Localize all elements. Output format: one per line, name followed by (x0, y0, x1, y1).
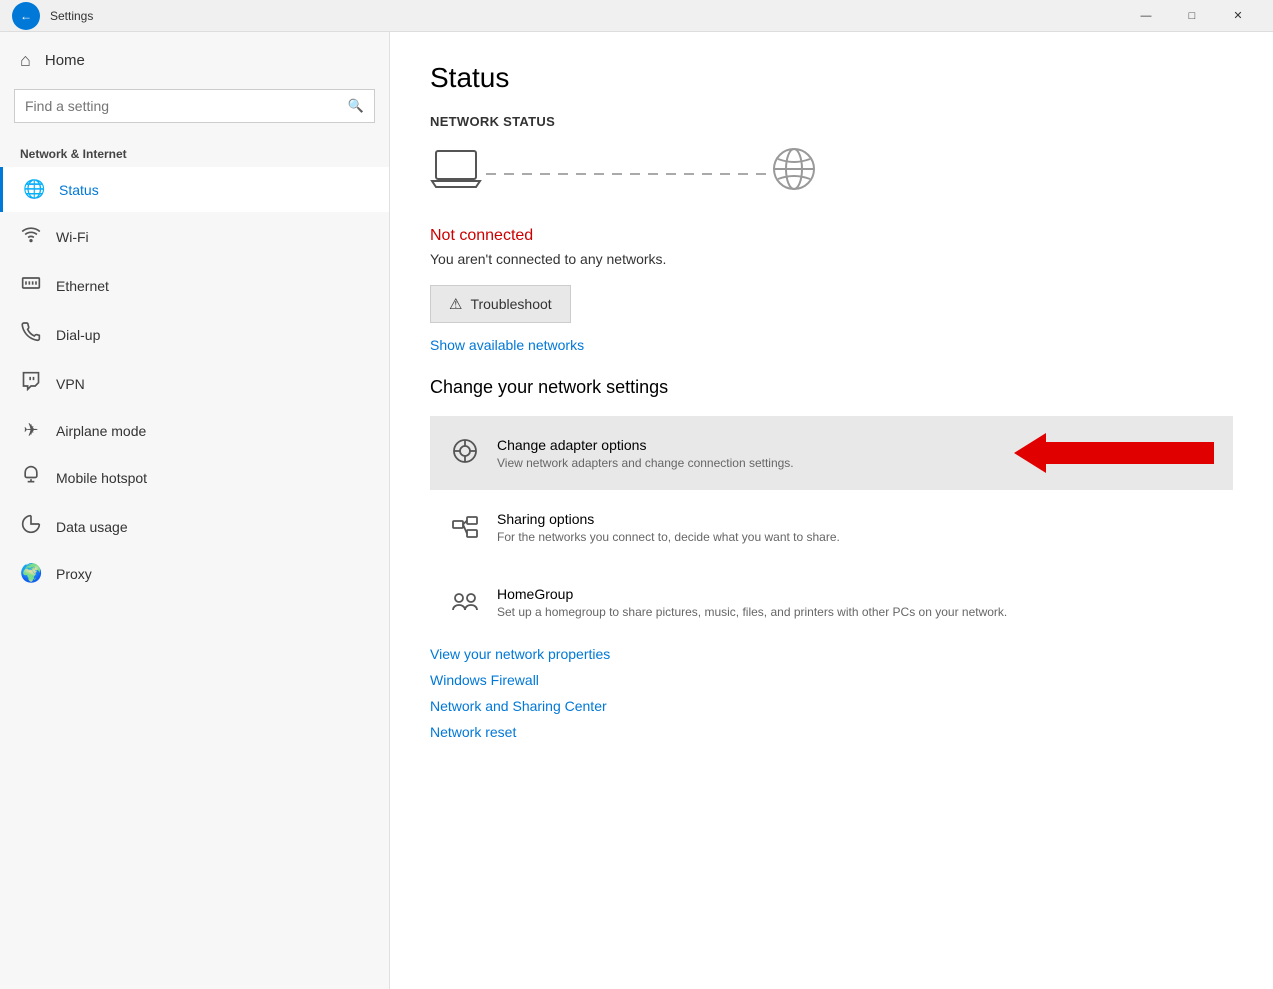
sidebar-item-airplane[interactable]: ✈ Airplane mode (0, 408, 389, 453)
adapter-card-text: Change adapter options View network adap… (497, 437, 998, 470)
sidebar: ⌂ Home 🔍 Network & Internet 🌐 Status (0, 32, 390, 989)
sidebar-item-status[interactable]: 🌐 Status (0, 167, 389, 212)
sidebar-item-vpn[interactable]: VPN (0, 359, 389, 408)
sidebar-item-wifi[interactable]: Wi-Fi (0, 212, 389, 261)
arrow-body (1046, 442, 1214, 464)
vpn-icon (20, 371, 42, 396)
sidebar-item-label-vpn: VPN (56, 376, 85, 392)
bottom-links: View your network properties Windows Fir… (430, 646, 1233, 740)
view-network-properties-link[interactable]: View your network properties (430, 646, 1233, 662)
window-controls: — □ ✕ (1123, 0, 1261, 32)
homegroup-card-title: HomeGroup (497, 586, 1214, 602)
sidebar-item-proxy[interactable]: 🌍 Proxy (0, 551, 389, 596)
ethernet-icon (20, 273, 42, 298)
minimize-button[interactable]: — (1123, 0, 1169, 32)
status-description: You aren't connected to any networks. (430, 251, 1233, 267)
arrow-head (1014, 433, 1046, 473)
search-box: 🔍 (14, 89, 375, 123)
wifi-icon (20, 224, 42, 249)
proxy-icon: 🌍 (20, 563, 42, 584)
close-button[interactable]: ✕ (1215, 0, 1261, 32)
sharing-options-card[interactable]: Sharing options For the networks you con… (430, 494, 1233, 565)
sidebar-item-label-proxy: Proxy (56, 566, 92, 582)
sharing-card-desc: For the networks you connect to, decide … (497, 530, 1214, 544)
datausage-icon (20, 514, 42, 539)
adapter-card-title: Change adapter options (497, 437, 998, 453)
homegroup-card-desc: Set up a homegroup to share pictures, mu… (497, 605, 1214, 619)
titlebar: ← Settings — □ ✕ (0, 0, 1273, 32)
maximize-button[interactable]: □ (1169, 0, 1215, 32)
home-label: Home (45, 52, 85, 69)
network-diagram (430, 145, 1233, 203)
sidebar-item-label-status: Status (59, 182, 99, 198)
show-networks-link[interactable]: Show available networks (430, 337, 1233, 353)
homegroup-card[interactable]: HomeGroup Set up a homegroup to share pi… (430, 569, 1233, 640)
content-area: Status Network status Not (390, 32, 1273, 989)
sidebar-home-button[interactable]: ⌂ Home (0, 32, 389, 89)
search-icon[interactable]: 🔍 (338, 90, 374, 122)
page-title: Status (430, 62, 1233, 94)
sidebar-section-label: Network & Internet (0, 139, 389, 167)
sharing-card-text: Sharing options For the networks you con… (497, 511, 1214, 544)
network-reset-link[interactable]: Network reset (430, 724, 1233, 740)
sidebar-item-label-datausage: Data usage (56, 519, 128, 535)
sidebar-item-label-airplane: Airplane mode (56, 423, 146, 439)
status-icon: 🌐 (23, 179, 45, 200)
sidebar-item-hotspot[interactable]: Mobile hotspot (0, 453, 389, 502)
dialup-icon (20, 322, 42, 347)
connection-line (486, 173, 766, 175)
sidebar-item-label-wifi: Wi-Fi (56, 229, 89, 245)
not-connected-status: Not connected (430, 227, 1233, 245)
change-settings-title: Change your network settings (430, 377, 1233, 398)
app-body: ⌂ Home 🔍 Network & Internet 🌐 Status (0, 32, 1273, 989)
network-status-label: Network status (430, 114, 1233, 129)
search-input[interactable] (15, 90, 338, 122)
sharing-icon (449, 513, 481, 548)
change-adapter-card[interactable]: Change adapter options View network adap… (430, 416, 1233, 490)
arrow-shape (1014, 433, 1214, 473)
home-icon: ⌂ (20, 50, 31, 71)
troubleshoot-button[interactable]: ⚠ Troubleshoot (430, 285, 571, 323)
back-button[interactable]: ← (12, 2, 40, 30)
hotspot-icon (20, 465, 42, 490)
adapter-icon (449, 437, 481, 472)
network-sharing-center-link[interactable]: Network and Sharing Center (430, 698, 1233, 714)
homegroup-card-text: HomeGroup Set up a homegroup to share pi… (497, 586, 1214, 619)
globe-icon (770, 145, 818, 203)
adapter-card-desc: View network adapters and change connect… (497, 456, 998, 470)
windows-firewall-link[interactable]: Windows Firewall (430, 672, 1233, 688)
homegroup-icon (449, 588, 481, 623)
sharing-card-title: Sharing options (497, 511, 1214, 527)
airplane-icon: ✈ (20, 420, 42, 441)
window-title: Settings (50, 9, 1123, 23)
sidebar-item-label-dialup: Dial-up (56, 327, 100, 343)
sidebar-item-dialup[interactable]: Dial-up (0, 310, 389, 359)
sidebar-item-label-ethernet: Ethernet (56, 278, 109, 294)
sidebar-item-label-hotspot: Mobile hotspot (56, 470, 147, 486)
sidebar-item-ethernet[interactable]: Ethernet (0, 261, 389, 310)
warning-icon: ⚠ (449, 295, 462, 313)
red-arrow (1014, 433, 1214, 473)
sidebar-item-datausage[interactable]: Data usage (0, 502, 389, 551)
laptop-icon (430, 147, 482, 201)
